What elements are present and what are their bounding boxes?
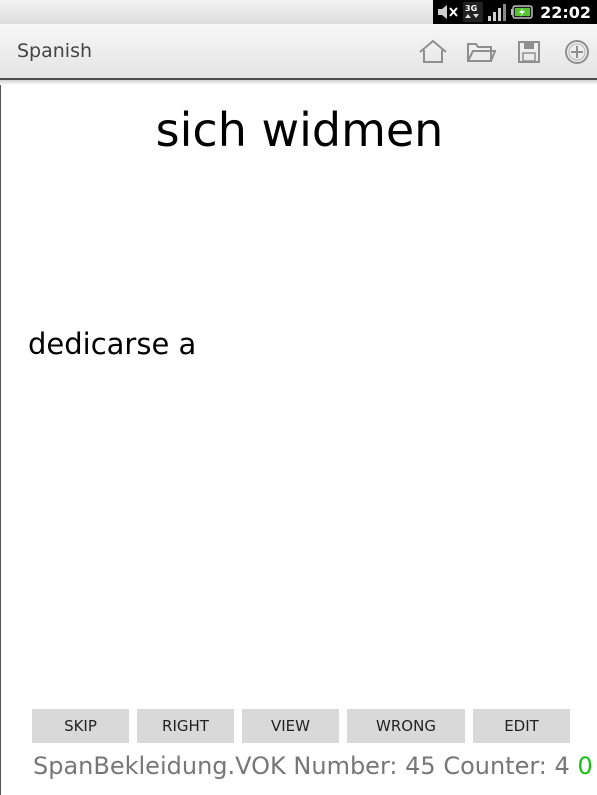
status-bar: 3G 22:02 — [0, 0, 597, 24]
mute-icon — [437, 2, 459, 22]
status-time: 22:02 — [540, 2, 591, 22]
svg-text:3G: 3G — [465, 4, 477, 13]
add-circle-icon[interactable] — [562, 38, 592, 66]
number-value: 45 — [405, 752, 436, 780]
right-count: 0 — [577, 752, 593, 780]
card-word: sich widmen — [155, 103, 444, 157]
battery-charging-icon — [511, 2, 533, 22]
edit-button[interactable]: EDIT — [473, 709, 570, 743]
app-title: Spanish — [17, 40, 93, 62]
folder-open-icon[interactable] — [466, 38, 496, 66]
3g-data-icon: 3G — [463, 2, 484, 22]
footer-status: SpanBekleidung.VOK Number: 45 Counter: 4… — [33, 752, 597, 780]
signal-icon — [487, 2, 507, 22]
save-icon[interactable] — [514, 38, 544, 66]
right-button[interactable]: RIGHT — [137, 709, 234, 743]
view-button[interactable]: VIEW — [242, 709, 339, 743]
skip-button[interactable]: SKIP — [32, 709, 129, 743]
flashcard-area: sich widmen dedicarse a — [0, 85, 597, 795]
card-translation: dedicarse a — [28, 327, 197, 361]
home-icon[interactable] — [418, 38, 448, 66]
counter-label: Counter: — [443, 752, 547, 780]
status-icons: 3G 22:02 — [433, 0, 597, 24]
wrong-button[interactable]: WRONG — [347, 709, 465, 743]
vocab-file-name: SpanBekleidung.VOK — [33, 752, 286, 780]
number-label: Number: — [293, 752, 398, 780]
counter-value: 4 — [554, 752, 570, 780]
action-bar: Spanish — [0, 24, 597, 80]
